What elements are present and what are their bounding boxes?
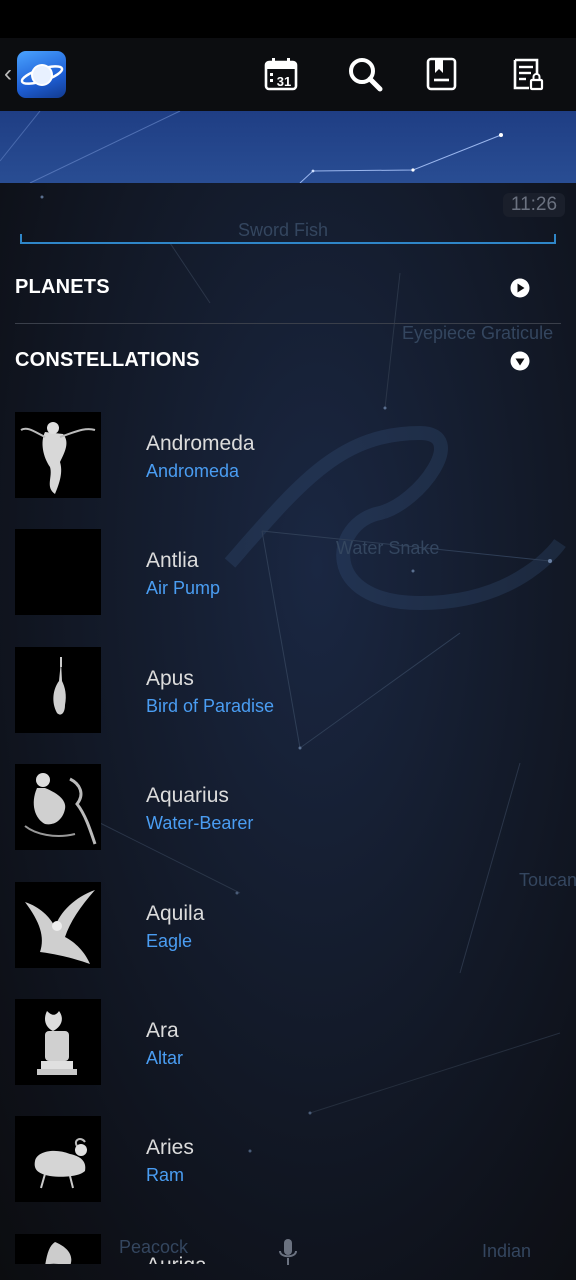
constellation-common-name: Ram <box>146 1165 185 1186</box>
constellation-name: Ara <box>146 1018 179 1042</box>
aquarius-figure-icon <box>15 764 101 851</box>
list-item[interactable]: Ara Altar <box>0 981 576 1098</box>
constellation-common-name: Altar <box>146 1047 184 1068</box>
antlia-figure-icon <box>15 529 101 616</box>
constellation-name: Antlia <box>146 549 199 573</box>
ara-figure-icon <box>15 998 101 1085</box>
constellation-list[interactable]: Andromeda Andromeda Antlia Air Pump Apus… <box>0 394 576 1264</box>
constellation-name: Aquila <box>146 901 205 925</box>
list-item[interactable]: Andromeda Andromeda <box>0 394 576 511</box>
list-item[interactable]: Aquila Eagle <box>0 864 576 981</box>
search-icon[interactable] <box>347 56 383 92</box>
play-arrow-icon[interactable] <box>510 278 530 298</box>
sky-view-strip[interactable] <box>0 111 576 183</box>
expand-arrow-icon[interactable] <box>510 351 530 371</box>
constellation-common-name: Water-Bearer <box>146 813 254 834</box>
microphone-icon[interactable] <box>278 1238 298 1268</box>
calendar-day-label: 31 <box>277 74 291 89</box>
constellations-section-header[interactable]: CONSTELLATIONS <box>15 341 560 381</box>
list-item[interactable]: Antlia Air Pump <box>0 511 576 628</box>
auriga-figure-icon <box>15 1233 101 1264</box>
chevron-left-icon[interactable]: ‹ <box>4 62 12 86</box>
constellation-name: Auriga <box>146 1254 207 1264</box>
aquila-figure-icon <box>15 881 101 968</box>
sky-label: Sword Fish <box>238 220 329 240</box>
constellation-name: Andromeda <box>146 432 255 455</box>
apus-figure-icon <box>15 646 101 733</box>
constellations-title: CONSTELLATIONS <box>15 349 200 371</box>
constellation-name: Aries <box>146 1136 194 1160</box>
constellation-name: Aquarius <box>146 784 229 808</box>
time-display: 11:26 <box>503 193 565 217</box>
list-item[interactable]: Aquarius Water-Bearer <box>0 746 576 863</box>
list-item[interactable]: Aries Ram <box>0 1098 576 1215</box>
status-bar <box>0 0 576 38</box>
constellation-name: Apus <box>146 666 194 690</box>
search-input[interactable] <box>20 234 556 244</box>
app-bar: ‹ 31 <box>0 38 576 111</box>
list-item[interactable]: Apus Bird of Paradise <box>0 629 576 746</box>
calendar-icon[interactable]: 31 <box>263 56 299 92</box>
locked-document-icon[interactable] <box>509 56 545 92</box>
sky-lines <box>0 111 503 183</box>
constellation-common-name: Andromeda <box>146 461 240 481</box>
andromeda-figure-icon <box>15 412 101 498</box>
section-divider <box>15 323 561 324</box>
planets-section-header[interactable]: PLANETS <box>15 268 560 308</box>
constellation-common-name: Bird of Paradise <box>146 695 275 716</box>
planets-title: PLANETS <box>15 276 110 298</box>
constellation-common-name: Air Pump <box>146 578 221 599</box>
aries-figure-icon <box>15 1116 101 1203</box>
constellation-common-name: Eagle <box>146 930 193 951</box>
bookmark-icon[interactable] <box>424 56 460 92</box>
saturn-app-icon[interactable] <box>17 51 66 98</box>
